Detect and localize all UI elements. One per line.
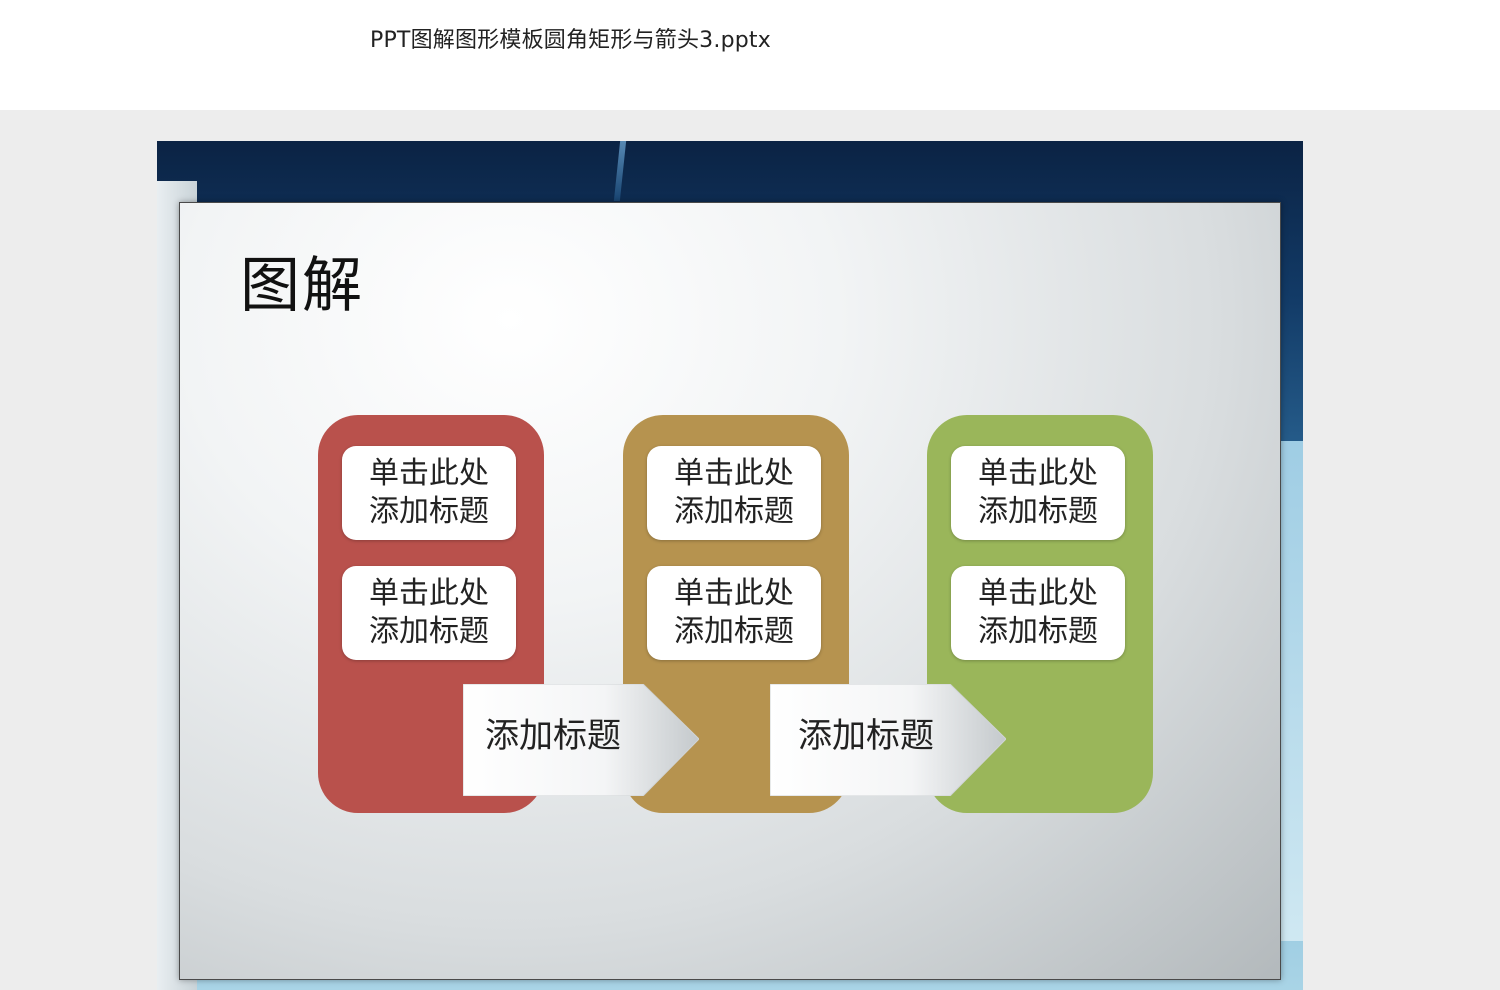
slide[interactable]: 图解 单击此处 添加标题 单击此处 添加标题 单击此处 添加标题 单击此处 添加…	[157, 141, 1303, 990]
content-panel: 图解 单击此处 添加标题 单击此处 添加标题 单击此处 添加标题 单击此处 添加…	[179, 202, 1281, 980]
arrow-shape[interactable]: 添加标题	[463, 684, 699, 796]
column-top-textbox[interactable]: 单击此处 添加标题	[951, 446, 1125, 540]
column-bottom-textbox[interactable]: 单击此处 添加标题	[342, 566, 516, 660]
column-bottom-textbox[interactable]: 单击此处 添加标题	[647, 566, 821, 660]
arrow-label[interactable]: 添加标题	[798, 684, 934, 796]
column-bottom-textbox[interactable]: 单击此处 添加标题	[951, 566, 1125, 660]
top-bar: PPT图解图形模板圆角矩形与箭头3.pptx	[0, 0, 1500, 110]
arrow-label[interactable]: 添加标题	[485, 684, 621, 796]
background-stripe	[613, 141, 627, 201]
column-top-textbox[interactable]: 单击此处 添加标题	[647, 446, 821, 540]
arrow-shape[interactable]: 添加标题	[770, 684, 1006, 796]
slide-title[interactable]: 图解	[240, 237, 364, 324]
document-filename: PPT图解图形模板圆角矩形与箭头3.pptx	[370, 28, 771, 53]
column-top-textbox[interactable]: 单击此处 添加标题	[342, 446, 516, 540]
